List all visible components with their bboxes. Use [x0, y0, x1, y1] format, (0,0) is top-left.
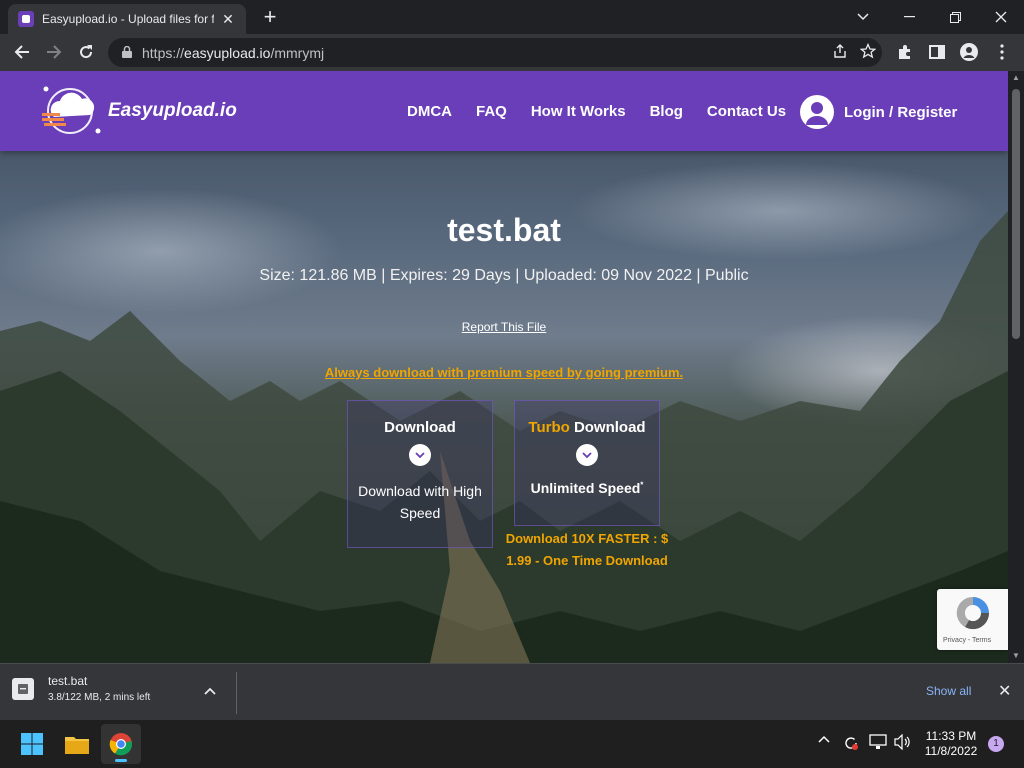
recaptcha-badge[interactable]: Privacy - Terms — [937, 589, 1008, 650]
report-file-link[interactable]: Report This File — [462, 320, 546, 334]
new-tab-button[interactable]: + — [258, 6, 282, 30]
site-logo[interactable]: Easyupload.io — [40, 83, 237, 139]
nav-dmca[interactable]: DMCA — [407, 103, 452, 120]
taskbar: 11:33 PM 11/8/2022 — [0, 720, 1024, 768]
address-bar[interactable]: https://easyupload.io/mmrymj — [108, 38, 882, 67]
tray-chevron-up-icon[interactable] — [818, 735, 830, 743]
page-scrollbar[interactable]: ▲ ▼ — [1008, 71, 1024, 663]
cloud-logo-icon — [42, 86, 101, 134]
close-window-button[interactable] — [978, 0, 1024, 34]
download-item[interactable]: test.bat 3.8/122 MB, 2 mins left — [12, 674, 150, 703]
restore-button[interactable] — [932, 0, 978, 34]
close-shelf-icon[interactable]: ✕ — [998, 681, 1011, 701]
recaptcha-text[interactable]: Privacy - Terms — [943, 637, 991, 644]
file-name-title: test.bat — [447, 212, 561, 248]
main-nav: DMCA FAQ How It Works Blog Contact Us — [407, 71, 786, 151]
turbo-download-button[interactable]: Turbo Download Unlimited Speed* — [514, 400, 660, 526]
scroll-down-icon[interactable]: ▼ — [1012, 651, 1020, 660]
nav-blog[interactable]: Blog — [650, 103, 683, 120]
scroll-thumb[interactable] — [1012, 89, 1020, 339]
lock-icon[interactable] — [122, 45, 132, 61]
download-file-name: test.bat — [48, 674, 88, 688]
windows-start-icon[interactable] — [12, 724, 52, 764]
bookmark-star-icon[interactable] — [859, 42, 877, 62]
download-status: 3.8/122 MB, 2 mins left — [48, 692, 151, 703]
recaptcha-logo-icon — [956, 596, 990, 630]
turbo-promo-text: Download 10X FASTER : $ 1.99 - One Time … — [505, 531, 669, 568]
nav-contact-us[interactable]: Contact Us — [707, 103, 786, 120]
sync-icon[interactable] — [842, 734, 860, 752]
turbo-word: Turbo — [528, 419, 570, 436]
user-avatar-icon — [800, 95, 834, 129]
file-icon — [12, 677, 34, 700]
url-path: /mmrymj — [270, 44, 325, 61]
turbo-title-download: Download — [573, 419, 646, 436]
shelf-divider — [236, 672, 237, 714]
turbo-chevron-icon[interactable] — [576, 444, 598, 466]
download-button[interactable]: Download Download with High Speed — [347, 400, 493, 548]
clock-time: 11:33 PM — [925, 729, 977, 743]
nav-faq[interactable]: FAQ — [476, 103, 507, 120]
reload-icon[interactable] — [74, 40, 98, 64]
file-meta: Size: 121.86 MB | Expires: 29 Days | Upl… — [259, 267, 749, 284]
chevron-up-icon[interactable] — [204, 682, 216, 700]
browser-toolbar: https://easyupload.io/mmrymj — [0, 34, 1024, 71]
nav-how-it-works[interactable]: How It Works — [531, 103, 626, 120]
back-arrow-icon[interactable] — [10, 40, 34, 64]
turbo-speed-label: Unlimited Speed* — [530, 480, 644, 496]
minimize-button[interactable] — [886, 0, 932, 34]
download-description: Download with High Speed — [358, 483, 482, 521]
network-icon[interactable] — [869, 734, 887, 750]
file-explorer-icon[interactable] — [57, 724, 97, 764]
page-viewport: Easyupload.io DMCA FAQ How It Works Blog… — [0, 71, 1008, 663]
premium-link[interactable]: Always download with premium speed by go… — [325, 365, 683, 380]
forward-arrow-icon[interactable] — [42, 40, 66, 64]
turbo-download-title: Turbo Download — [515, 419, 659, 436]
tab-search-icon[interactable] — [840, 0, 886, 34]
url-host: easyupload.io — [184, 44, 271, 61]
url-prefix: https:// — [142, 44, 185, 61]
logo-text: Easyupload.io — [108, 100, 237, 121]
site-favicon-icon — [18, 11, 34, 27]
side-panel-icon[interactable] — [925, 40, 949, 64]
system-clock[interactable]: 11:33 PM 11/8/2022 — [918, 729, 984, 759]
login-register-link[interactable]: Login / Register — [800, 95, 957, 129]
volume-icon[interactable] — [893, 734, 911, 750]
login-label: Login / Register — [844, 103, 958, 121]
chrome-icon[interactable] — [101, 724, 141, 764]
tab-title: Easyupload.io - Upload files for fr — [42, 12, 214, 26]
notification-badge[interactable]: 1 — [988, 736, 1004, 752]
share-icon[interactable] — [832, 43, 848, 62]
download-title: Download — [384, 419, 456, 436]
profile-icon[interactable] — [957, 40, 981, 64]
clock-date: 11/8/2022 — [924, 744, 978, 758]
menu-kebab-icon[interactable] — [990, 40, 1014, 64]
site-header: Easyupload.io DMCA FAQ How It Works Blog… — [0, 71, 1008, 151]
show-all-button[interactable]: Show all — [926, 684, 971, 698]
browser-tab[interactable]: Easyupload.io - Upload files for fr ✕ — [8, 4, 246, 34]
extensions-puzzle-icon[interactable] — [893, 40, 917, 64]
browser-tab-bar: Easyupload.io - Upload files for fr ✕ + — [0, 0, 1024, 34]
tab-close-icon[interactable]: ✕ — [220, 11, 236, 28]
download-shelf: test.bat 3.8/122 MB, 2 mins left Show al… — [0, 663, 1024, 720]
scroll-up-icon[interactable]: ▲ — [1012, 73, 1020, 82]
download-chevron-icon[interactable] — [409, 444, 431, 466]
